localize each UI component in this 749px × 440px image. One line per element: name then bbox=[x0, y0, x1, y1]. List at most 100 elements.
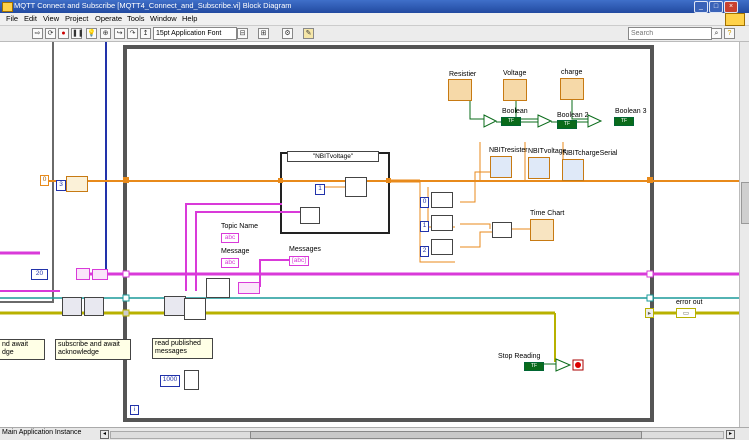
minimize-button[interactable]: _ bbox=[694, 1, 708, 13]
nbit-voltage-label: NBITvoltage bbox=[528, 148, 567, 155]
font-select[interactable]: 15pt Application Font bbox=[153, 27, 237, 40]
distribute-objects-icon[interactable]: ⊞ bbox=[258, 28, 269, 39]
menu-project[interactable]: Project bbox=[65, 14, 88, 23]
message-label: Message bbox=[221, 248, 250, 255]
stop-reading-label: Stop Reading bbox=[498, 353, 541, 360]
index-constant-0[interactable]: 0 bbox=[420, 197, 429, 208]
index-array-0-icon[interactable] bbox=[431, 192, 453, 208]
block-diagram-canvas[interactable]: 0 3 20 nd await dge subscribe and await … bbox=[0, 42, 739, 427]
messages-label: Messages bbox=[289, 246, 321, 253]
numeric-constant-three[interactable]: 3 bbox=[56, 180, 66, 191]
bundle-node-icon[interactable] bbox=[66, 176, 88, 192]
topic-name-indicator[interactable]: abc bbox=[221, 233, 239, 243]
message-indicator[interactable]: abc bbox=[221, 258, 239, 268]
run-continuous-icon[interactable]: ⟳ bbox=[45, 28, 56, 39]
index-constant-one[interactable]: 1 bbox=[315, 184, 325, 195]
time-chart-indicator[interactable] bbox=[530, 219, 554, 241]
comment-read-published: read published messages bbox=[152, 338, 213, 359]
highlight-execution-icon[interactable]: 💡 bbox=[86, 28, 97, 39]
voltage-gauge-indicator[interactable] bbox=[503, 79, 527, 101]
menu-help[interactable]: Help bbox=[182, 14, 197, 23]
error-out-indicator[interactable]: ▭ bbox=[676, 308, 696, 318]
nbit-voltage-indicator[interactable] bbox=[528, 157, 550, 179]
topic-name-label: Topic Name bbox=[221, 223, 258, 230]
resistier-label: Resistier bbox=[449, 71, 477, 78]
string-constant-icon[interactable] bbox=[76, 268, 90, 280]
boolean-label: Boolean bbox=[502, 108, 528, 115]
resistier-gauge-indicator[interactable] bbox=[448, 79, 472, 101]
loop-iteration-terminal: i bbox=[130, 405, 139, 415]
timeout-constant[interactable]: 1000 bbox=[160, 375, 180, 387]
numeric-constant-20[interactable]: 20 bbox=[31, 269, 48, 280]
abort-icon[interactable]: ● bbox=[58, 28, 69, 39]
align-objects-icon[interactable]: ⊟ bbox=[237, 28, 248, 39]
horizontal-scroll-thumb[interactable] bbox=[250, 431, 642, 439]
run-arrow-icon[interactable]: ⇨ bbox=[32, 28, 43, 39]
vertical-scrollbar[interactable] bbox=[739, 42, 749, 427]
scroll-thumb[interactable] bbox=[741, 182, 749, 224]
menu-tools[interactable]: Tools bbox=[127, 14, 145, 23]
cleanup-diagram-icon[interactable]: ✎ bbox=[303, 28, 314, 39]
index-constant-2[interactable]: 2 bbox=[420, 246, 429, 257]
window-title: MQTT Connect and Subscribe [MQTT4_Connec… bbox=[14, 1, 292, 10]
application-instance: Main Application Instance bbox=[2, 429, 82, 436]
boolean-2-indicator[interactable]: TF bbox=[557, 120, 577, 129]
error-out-label: error out bbox=[676, 299, 703, 306]
unbundle-node-icon[interactable] bbox=[184, 298, 206, 320]
menu-file[interactable]: File bbox=[6, 14, 18, 23]
search-icon[interactable]: ⌕ bbox=[711, 28, 722, 39]
close-button[interactable]: × bbox=[724, 1, 738, 13]
outer-structure-frame bbox=[0, 42, 54, 303]
mqtt-ack-subvi-icon[interactable] bbox=[84, 297, 104, 316]
index-array-1-icon[interactable] bbox=[431, 215, 453, 231]
numeric-constant-zero[interactable]: 0 bbox=[40, 175, 49, 186]
mqtt-read-subvi-icon[interactable] bbox=[164, 296, 186, 316]
scroll-right-icon[interactable]: ▸ bbox=[726, 430, 735, 439]
nbit-resister-label: NBITresister bbox=[489, 147, 528, 154]
vi-icon bbox=[2, 2, 13, 12]
bundle-chart-data-icon[interactable] bbox=[492, 222, 512, 238]
reorder-icon[interactable]: ⚙ bbox=[282, 28, 293, 39]
boolean-indicator[interactable]: TF bbox=[501, 117, 521, 126]
messages-indicator[interactable]: [abc] bbox=[289, 256, 309, 266]
index-array-node-icon[interactable] bbox=[206, 278, 230, 298]
comment-subscribe-acknowledge: subscribe and await acknowledge bbox=[55, 339, 131, 360]
wait-ms-icon[interactable] bbox=[184, 370, 199, 390]
menu-edit[interactable]: Edit bbox=[24, 14, 37, 23]
menu-view[interactable]: View bbox=[43, 14, 59, 23]
nbit-charge-indicator[interactable] bbox=[562, 159, 584, 181]
menu-window[interactable]: Window bbox=[150, 14, 177, 23]
pause-icon[interactable]: ❚❚ bbox=[71, 28, 84, 39]
index-constant-1[interactable]: 1 bbox=[420, 221, 429, 232]
stop-reading-control[interactable]: TF bbox=[524, 362, 544, 371]
boolean-3-indicator[interactable]: TF bbox=[614, 117, 634, 126]
step-over-icon[interactable]: ↷ bbox=[127, 28, 138, 39]
menu-bar: File Edit View Project Operate Tools Win… bbox=[0, 13, 749, 26]
vi-connector-icon bbox=[725, 13, 745, 26]
scroll-left-icon[interactable]: ◂ bbox=[100, 430, 109, 439]
help-icon[interactable]: ? bbox=[724, 28, 735, 39]
comment-await-acknowledge-left: nd await dge bbox=[0, 339, 45, 360]
retain-wire-values-icon[interactable]: ⊕ bbox=[100, 28, 111, 39]
error-shift-register[interactable]: ▸ bbox=[645, 308, 654, 318]
step-into-icon[interactable]: ↪ bbox=[114, 28, 125, 39]
split-string-icon[interactable] bbox=[300, 207, 320, 224]
build-array-node-icon[interactable] bbox=[238, 282, 260, 294]
case-structure-frame bbox=[280, 152, 390, 234]
nbit-resister-indicator[interactable] bbox=[490, 156, 512, 178]
index-array-2-icon[interactable] bbox=[431, 239, 453, 255]
step-out-icon[interactable]: ↥ bbox=[140, 28, 151, 39]
mqtt-subscribe-subvi-icon[interactable] bbox=[62, 297, 82, 316]
charge-gauge-indicator[interactable] bbox=[560, 78, 584, 100]
case-selector[interactable]: "NBITvoltage" bbox=[287, 151, 379, 162]
wire-layer bbox=[0, 42, 739, 422]
maximize-button[interactable]: □ bbox=[709, 1, 723, 13]
title-bar: MQTT Connect and Subscribe [MQTT4_Connec… bbox=[0, 0, 749, 13]
scan-from-string-icon[interactable] bbox=[345, 177, 367, 197]
boolean-3-label: Boolean 3 bbox=[615, 108, 647, 115]
charge-label: charge bbox=[561, 69, 583, 76]
search-input[interactable] bbox=[628, 27, 712, 40]
topic-array-icon[interactable] bbox=[92, 269, 108, 280]
menu-operate[interactable]: Operate bbox=[95, 14, 122, 23]
toolbar: ⇨ ⟳ ● ❚❚ 💡 ⊕ ↪ ↷ ↥ 15pt Application Font… bbox=[0, 26, 749, 42]
